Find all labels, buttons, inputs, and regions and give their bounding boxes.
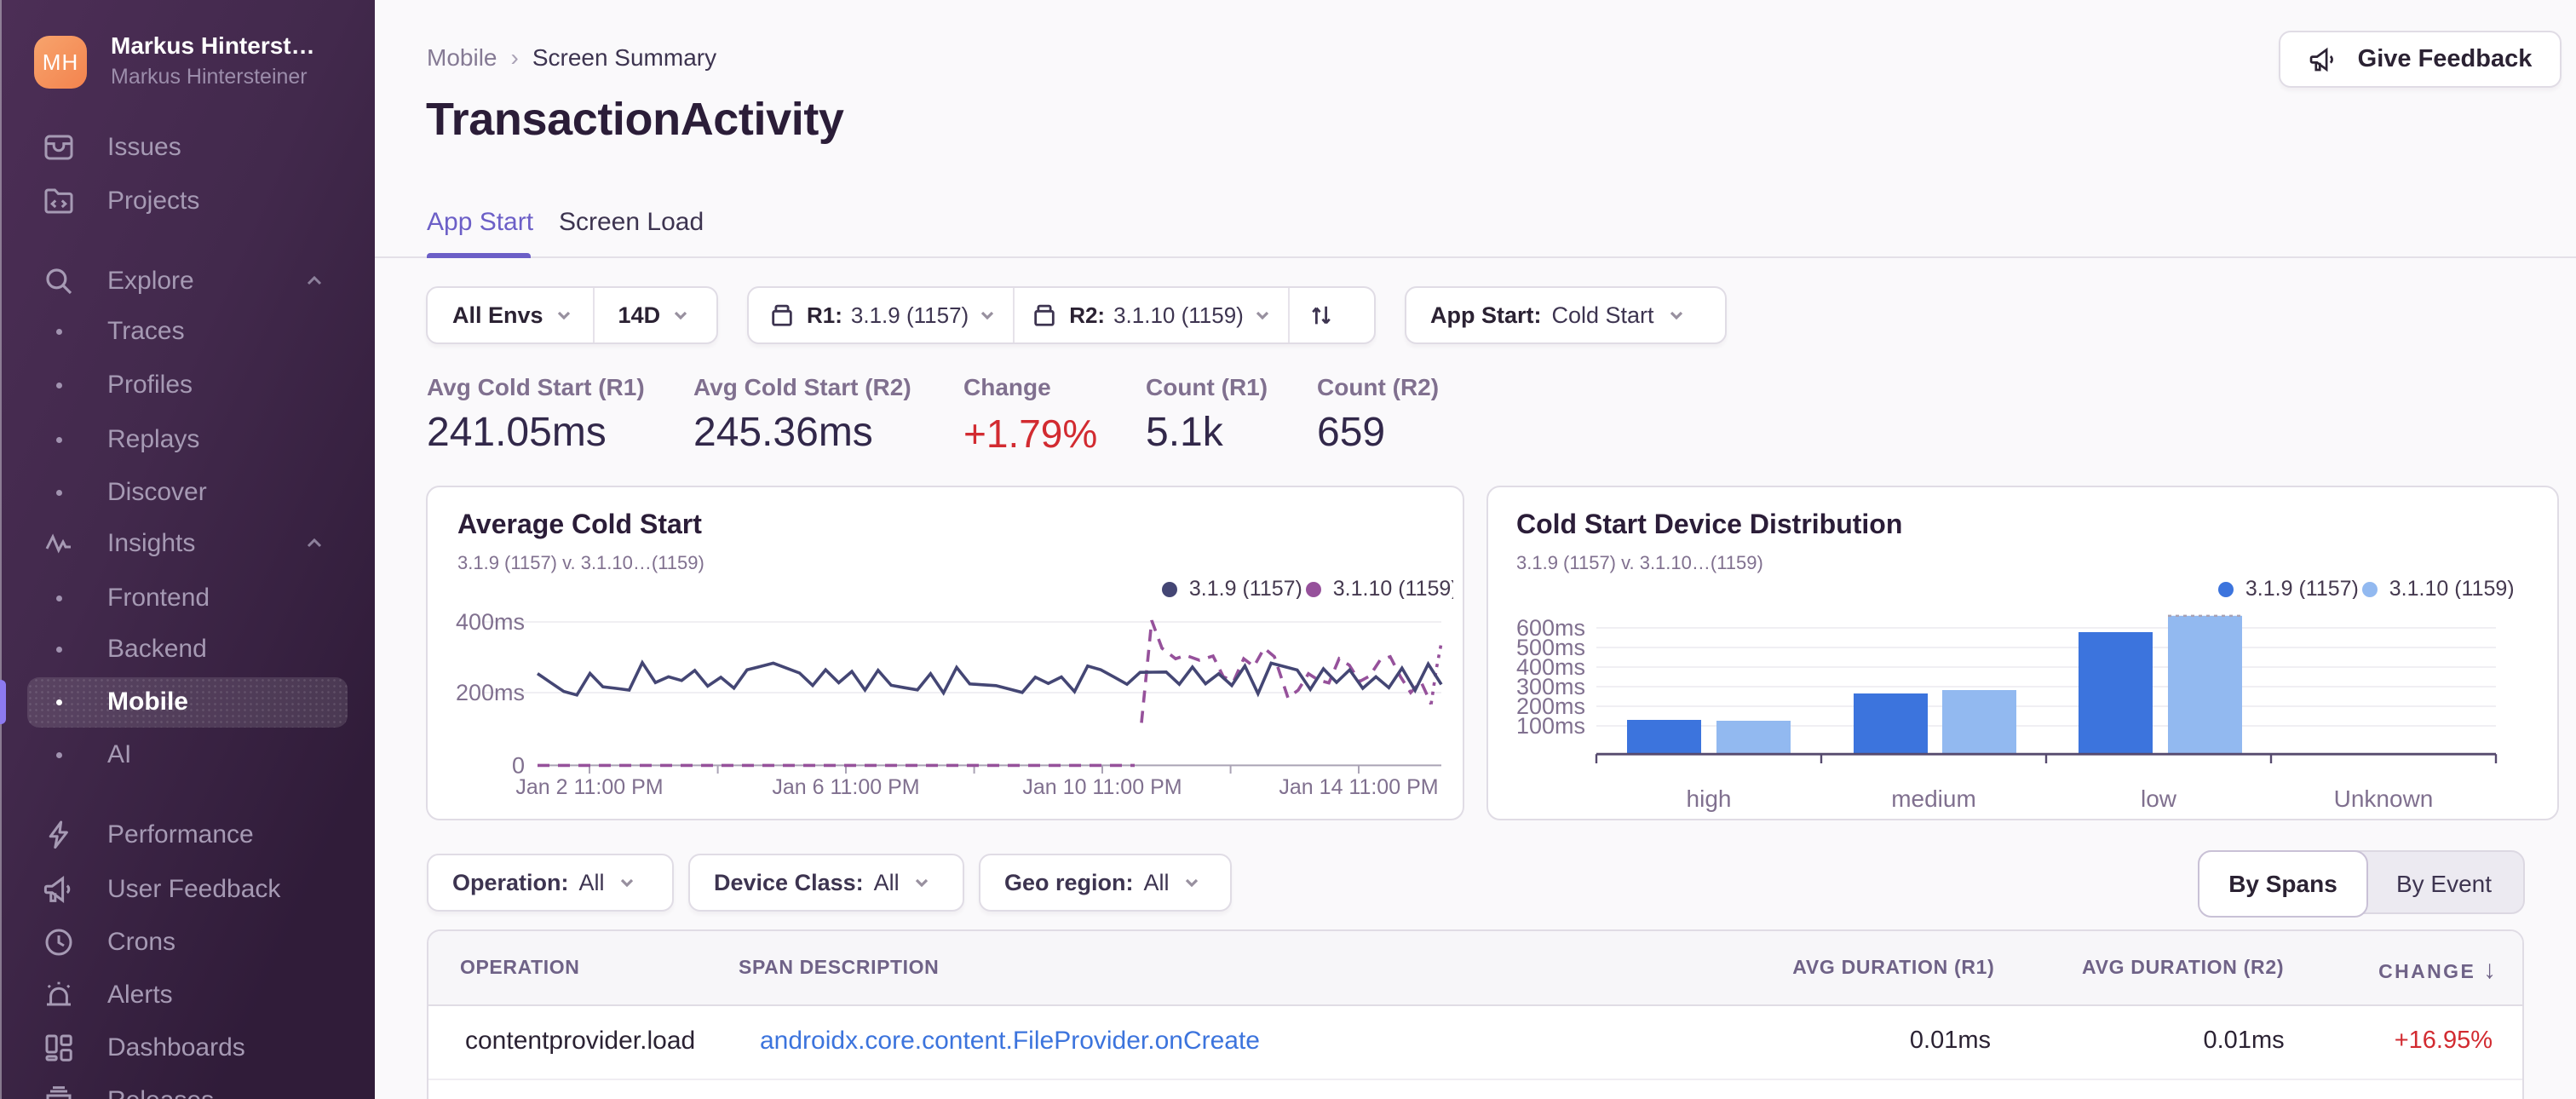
svg-text:Jan 14 11:00 PM: Jan 14 11:00 PM <box>1279 775 1438 799</box>
svg-text:200ms: 200ms <box>456 680 525 705</box>
svg-text:400ms: 400ms <box>456 609 525 635</box>
svg-text:Jan 6 11:00 PM: Jan 6 11:00 PM <box>772 775 919 799</box>
svg-text:Jan 2 11:00 PM: Jan 2 11:00 PM <box>515 775 663 799</box>
svg-text:100ms: 100ms <box>1516 713 1585 739</box>
svg-text:0: 0 <box>512 752 525 778</box>
svg-text:medium: medium <box>1891 785 1976 812</box>
svg-text:high: high <box>1687 785 1732 812</box>
svg-text:Jan 10 11:00 PM: Jan 10 11:00 PM <box>1022 775 1182 799</box>
svg-text:low: low <box>2141 785 2177 812</box>
svg-text:Unknown: Unknown <box>2334 785 2434 812</box>
